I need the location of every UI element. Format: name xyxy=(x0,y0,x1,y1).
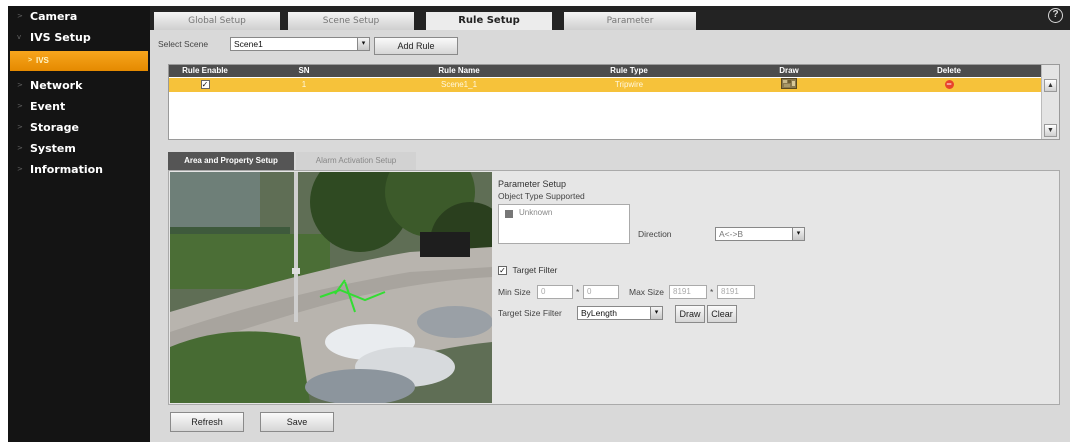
sidebar-item-label: Information xyxy=(30,163,103,176)
chevron-right-icon: > xyxy=(17,12,23,20)
sidebar-subitem-label: IVS xyxy=(36,56,49,65)
delete-cell: − xyxy=(909,78,989,92)
rule-table-scrollbar[interactable]: ▲ ▼ xyxy=(1041,65,1059,139)
column-header: Rule Name xyxy=(438,66,480,75)
target-filter[interactable]: ✓ Target Filter xyxy=(498,265,558,276)
add-rule-button[interactable]: Add Rule xyxy=(374,37,458,55)
draw-button[interactable]: Draw xyxy=(675,305,705,323)
column-header: Draw xyxy=(779,66,799,75)
help-icon[interactable]: ? xyxy=(1048,8,1063,23)
sidebar-item-label: System xyxy=(30,142,76,155)
max-width-input[interactable]: 8191 xyxy=(669,285,707,299)
min-size-label: Min Size xyxy=(498,287,531,297)
size-separator: * xyxy=(576,287,580,297)
tab-rule-setup[interactable]: Rule Setup xyxy=(426,12,552,30)
object-type-list: ■ Unknown xyxy=(498,204,630,244)
sidebar-item-label: Event xyxy=(30,100,66,113)
sidebar-item-label: Camera xyxy=(30,10,78,23)
chevron-right-icon: > xyxy=(17,123,23,131)
target-size-filter-value: ByLength xyxy=(581,308,617,318)
min-width-input[interactable]: 0 xyxy=(537,285,573,299)
target-size-filter-select[interactable]: ByLength ▾ xyxy=(577,306,663,320)
column-header: Delete xyxy=(936,66,961,75)
sidebar-item-storage[interactable]: > Storage xyxy=(8,117,150,138)
target-filter-checkbox[interactable]: ✓ xyxy=(498,266,507,276)
save-button[interactable]: Save xyxy=(260,412,334,432)
rule-enable-cell: ✓ xyxy=(169,78,241,92)
rule-table-header: Rule Enable SN Rule Name Rule Type Draw … xyxy=(169,65,1041,77)
table-row[interactable]: ✓ 1 Scene1_1 Tripwire − xyxy=(169,78,1041,92)
rule-table: Rule Enable SN Rule Name Rule Type Draw … xyxy=(168,64,1060,140)
rule-enable-checkbox[interactable]: ✓ xyxy=(200,80,210,90)
target-filter-label: Target Filter xyxy=(512,265,558,275)
parameter-setup-title: Parameter Setup xyxy=(498,179,567,189)
clear-button[interactable]: Clear xyxy=(707,305,737,323)
dropdown-arrow-icon: ▾ xyxy=(650,307,662,319)
rule-name: Scene1_1 xyxy=(440,80,478,89)
max-size-label: Max Size xyxy=(629,287,664,297)
rule-type: Tripwire xyxy=(614,80,644,89)
chevron-right-icon: > xyxy=(17,144,23,152)
column-header: Rule Enable xyxy=(182,66,228,75)
rule-sn: 1 xyxy=(301,80,307,89)
column-header: SN xyxy=(298,66,310,75)
tab-global-setup[interactable]: Global Setup xyxy=(154,12,280,30)
direction-label: Direction xyxy=(638,229,672,239)
draw-icon[interactable] xyxy=(781,78,797,94)
main-content: Global Setup Scene Setup Rule Setup Para… xyxy=(150,6,1070,442)
size-separator: * xyxy=(710,287,714,297)
chevron-right-icon: > xyxy=(17,102,23,110)
scroll-down-icon[interactable]: ▼ xyxy=(1044,124,1057,137)
refresh-button[interactable]: Refresh xyxy=(170,412,244,432)
draw-cell xyxy=(749,78,829,92)
tab-parameter[interactable]: Parameter xyxy=(564,12,696,30)
select-scene-label: Select Scene xyxy=(158,39,209,49)
column-header: Rule Type xyxy=(610,66,648,75)
scroll-up-icon[interactable]: ▲ xyxy=(1044,79,1057,92)
sidebar-item-label: IVS Setup xyxy=(30,31,91,44)
object-type-label: Object Type Supported xyxy=(498,191,585,201)
sidebar-item-system[interactable]: > System xyxy=(8,138,150,159)
max-height-input[interactable]: 8191 xyxy=(717,285,755,299)
delete-icon[interactable]: − xyxy=(944,80,954,90)
camera-preview[interactable] xyxy=(170,172,492,403)
dropdown-arrow-icon: ▾ xyxy=(792,228,804,240)
sidebar: > Camera v IVS Setup > IVS > Network > Event … xyxy=(8,6,150,442)
chevron-down-icon: v xyxy=(17,33,22,41)
chevron-right-icon: > xyxy=(17,165,23,173)
direction-select[interactable]: A<->B ▾ xyxy=(715,227,805,241)
scene-select[interactable]: Scene1 ▾ xyxy=(230,37,370,51)
parameter-setup: Parameter Setup Object Type Supported ■ … xyxy=(493,171,1058,404)
dropdown-arrow-icon: ▾ xyxy=(357,38,369,50)
chevron-right-icon: > xyxy=(17,81,23,89)
sidebar-item-ivs-setup[interactable]: v IVS Setup xyxy=(8,27,150,48)
sidebar-item-event[interactable]: > Event xyxy=(8,96,150,117)
chevron-right-icon: > xyxy=(28,57,33,64)
sidebar-item-label: Network xyxy=(30,79,83,92)
sidebar-item-information[interactable]: > Information xyxy=(8,159,150,180)
tab-area-property-setup[interactable]: Area and Property Setup xyxy=(168,152,294,170)
target-size-filter-label: Target Size Filter xyxy=(498,308,562,318)
sidebar-item-camera[interactable]: > Camera xyxy=(8,6,150,27)
tab-alarm-activation-setup[interactable]: Alarm Activation Setup xyxy=(296,152,416,170)
scene-select-value: Scene1 xyxy=(234,39,263,49)
sidebar-item-network[interactable]: > Network xyxy=(8,75,150,96)
direction-value: A<->B xyxy=(719,229,744,239)
sidebar-item-label: Storage xyxy=(30,121,79,134)
tab-scene-setup[interactable]: Scene Setup xyxy=(288,12,414,30)
tab-bar: Global Setup Scene Setup Rule Setup Para… xyxy=(150,6,1070,30)
min-height-input[interactable]: 0 xyxy=(583,285,619,299)
object-type-unknown: Unknown xyxy=(519,208,553,217)
area-property-panel: Parameter Setup Object Type Supported ■ … xyxy=(168,170,1060,405)
sidebar-subitem-ivs[interactable]: > IVS xyxy=(10,51,148,71)
object-type-checkbox[interactable]: ■ xyxy=(505,210,513,218)
